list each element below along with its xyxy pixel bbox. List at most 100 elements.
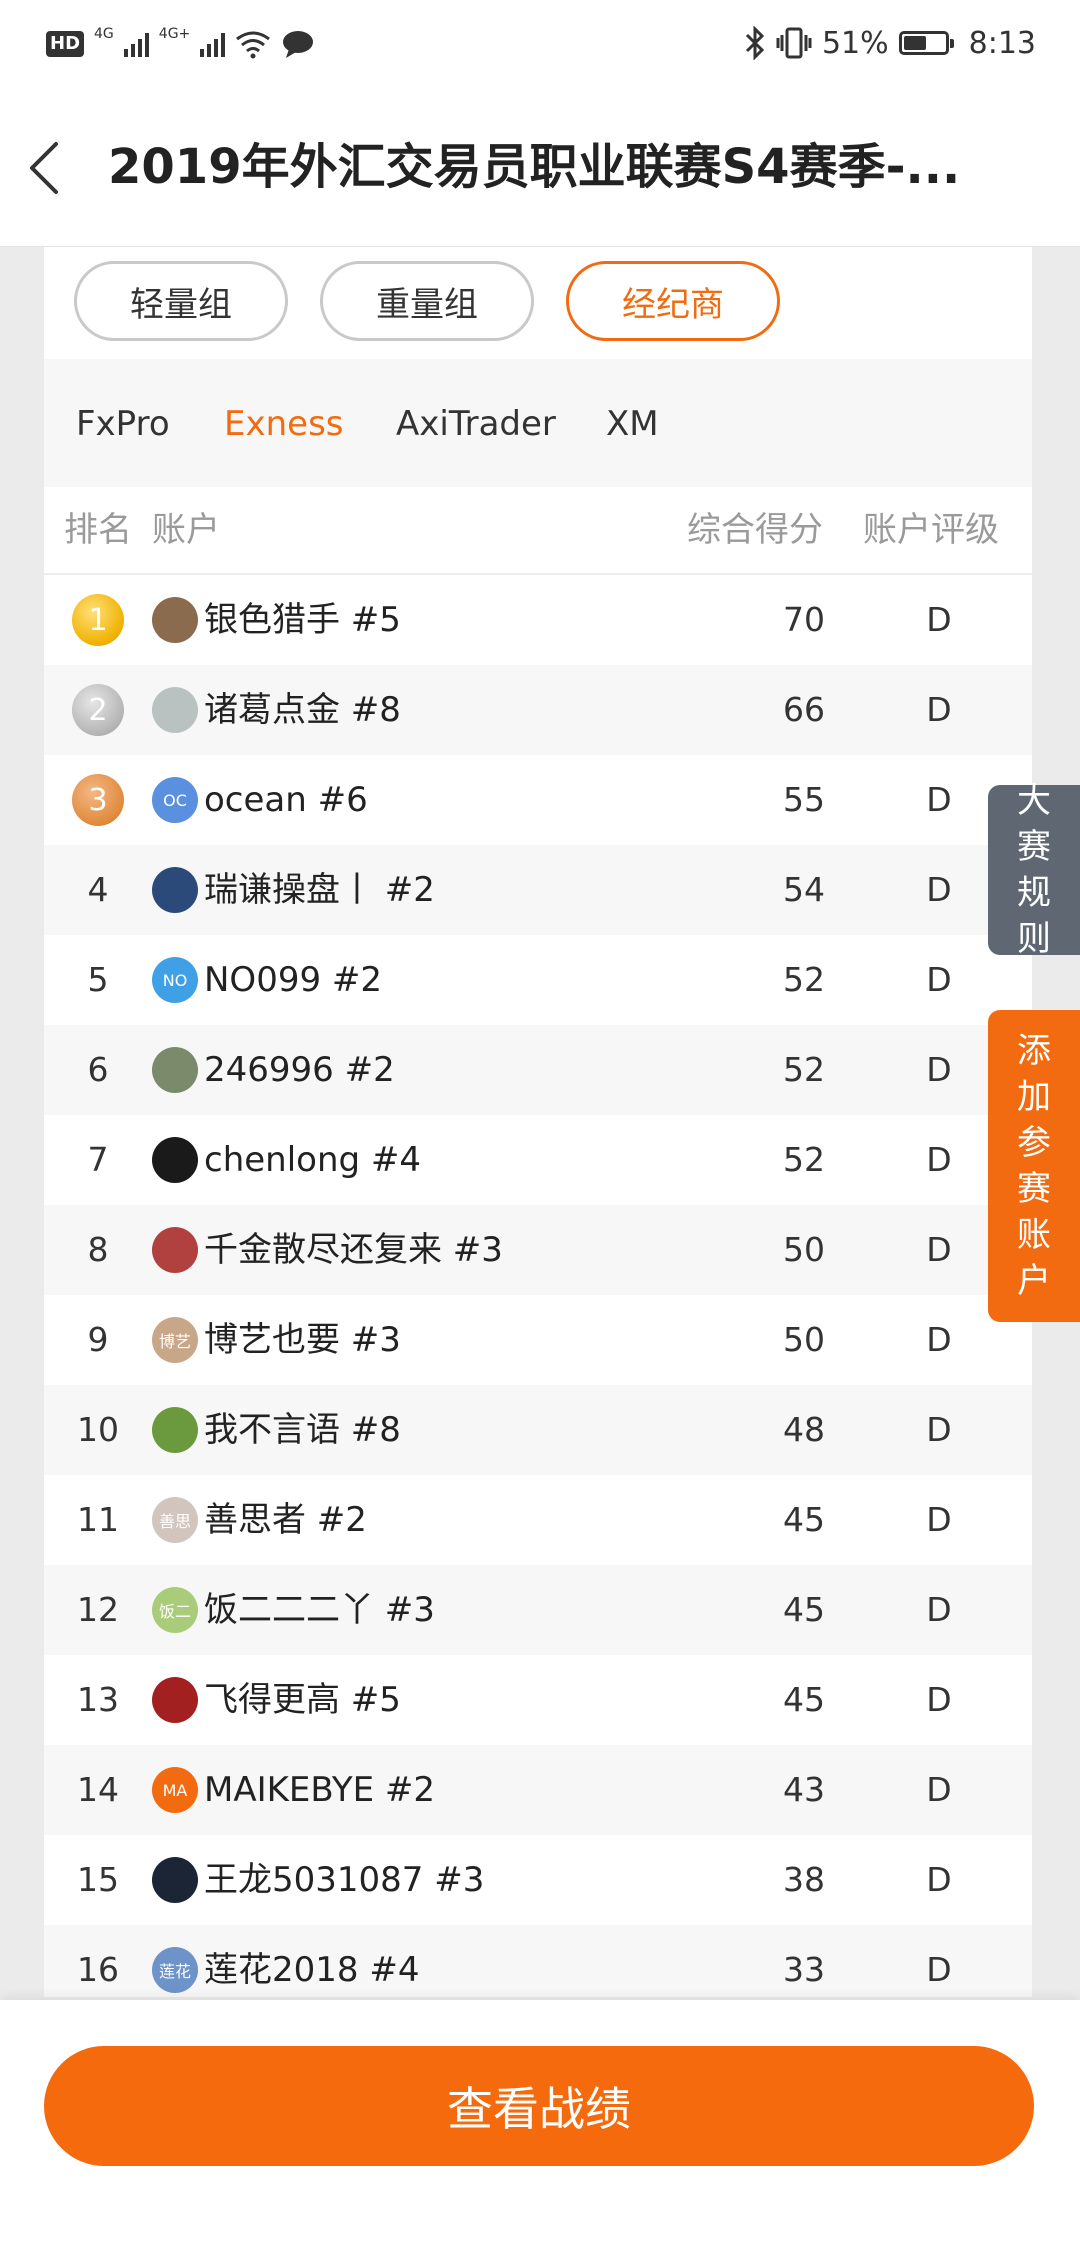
account-name[interactable]: 诸葛点金 #8 — [204, 685, 401, 735]
avatar: MA — [152, 1767, 198, 1813]
avatar — [152, 1407, 198, 1453]
rank-number: 9 — [87, 1320, 109, 1359]
back-icon[interactable] — [24, 138, 64, 198]
wifi-icon — [236, 31, 271, 59]
score-value: 54 — [783, 870, 825, 909]
account-name[interactable]: 银色猎手 #5 — [204, 595, 401, 645]
account-name[interactable]: 我不言语 #8 — [204, 1405, 401, 1455]
rank-number: 16 — [77, 1950, 119, 1989]
competition-rules-button[interactable]: 大赛规则 — [988, 781, 1080, 959]
account-name[interactable]: 莲花2018 #4 — [204, 1945, 419, 1995]
account-name[interactable]: MAIKEBYE #2 — [204, 1765, 435, 1815]
account-name[interactable]: 善思者 #2 — [204, 1495, 367, 1545]
rank-number: 6 — [87, 1050, 109, 1089]
score-value: 52 — [783, 1140, 825, 1179]
avatar — [152, 1857, 198, 1903]
table-row[interactable]: 13 飞得更高 #5 45 D — [44, 1655, 1032, 1745]
tab-broker[interactable]: 经纪商 — [566, 261, 780, 341]
table-row[interactable]: 9 博艺 博艺也要 #3 50 D — [44, 1295, 1032, 1385]
table-row[interactable]: 7 chenlong #4 52 D — [44, 1115, 1032, 1205]
score-value: 52 — [783, 1050, 825, 1089]
avatar: 博艺 — [152, 1317, 198, 1363]
rating-value: D — [926, 870, 952, 909]
add-account-button[interactable]: 添加参赛账户 — [988, 1010, 1080, 1322]
account-name[interactable]: 飞得更高 #5 — [204, 1675, 401, 1725]
account-name[interactable]: 千金散尽还复来 #3 — [204, 1225, 503, 1275]
table-row[interactable]: 16 莲花 莲花2018 #4 33 D — [44, 1925, 1032, 1997]
avatar — [152, 1677, 198, 1723]
table-row[interactable]: 12 饭二 饭二二二丫 #3 45 D — [44, 1565, 1032, 1655]
broker-tab-fxpro[interactable]: FxPro — [76, 399, 170, 449]
score-value: 48 — [783, 1410, 825, 1449]
avatar — [152, 597, 198, 643]
rating-value: D — [926, 1500, 952, 1539]
rating-value: D — [926, 1770, 952, 1809]
score-value: 33 — [783, 1950, 825, 1989]
rating-value: D — [926, 1410, 952, 1449]
avatar — [152, 1047, 198, 1093]
avatar: 善思 — [152, 1497, 198, 1543]
header-rating: 账户评级 — [863, 510, 999, 550]
ranking-panel: 轻量组 重量组 经纪商 FxPro Exness AxiTrader XM 排名… — [44, 247, 1032, 1997]
silver-medal-icon: 2 — [72, 684, 124, 736]
score-value: 45 — [783, 1590, 825, 1629]
rating-value: D — [926, 600, 952, 639]
table-row[interactable]: 5 NO NO099 #2 52 D — [44, 935, 1032, 1025]
bottom-bar: 查看战绩 — [0, 2000, 1080, 2244]
message-icon — [283, 31, 314, 58]
table-row[interactable]: 2 诸葛点金 #8 66 D — [44, 665, 1032, 755]
account-name[interactable]: 瑞谦操盘丨 #2 — [204, 865, 435, 915]
rating-value: D — [926, 1230, 952, 1269]
score-value: 43 — [783, 1770, 825, 1809]
rank-number: 15 — [77, 1860, 119, 1899]
signal-icon — [123, 31, 149, 57]
rating-value: D — [926, 960, 952, 999]
account-name[interactable]: ocean #6 — [204, 775, 368, 825]
rating-value: D — [926, 1050, 952, 1089]
network-type-1: 4G — [94, 26, 114, 42]
broker-tab-exness[interactable]: Exness — [224, 399, 344, 449]
table-row[interactable]: 15 王龙5031087 #3 38 D — [44, 1835, 1032, 1925]
rank-number: 12 — [77, 1590, 119, 1629]
status-bar: HD 4G 4G+ 51% 8:13 — [0, 0, 1080, 88]
rank-number: 10 — [77, 1410, 119, 1449]
header-rank: 排名 — [64, 510, 132, 550]
account-name[interactable]: NO099 #2 — [204, 955, 382, 1005]
rank-number: 7 — [87, 1140, 109, 1179]
avatar — [152, 1137, 198, 1183]
broker-tabs: FxPro Exness AxiTrader XM — [44, 359, 1032, 487]
table-row[interactable]: 4 瑞谦操盘丨 #2 54 D — [44, 845, 1032, 935]
avatar — [152, 1227, 198, 1273]
score-value: 66 — [783, 690, 825, 729]
score-value: 38 — [783, 1860, 825, 1899]
view-record-button[interactable]: 查看战绩 — [44, 2046, 1034, 2166]
account-name[interactable]: 246996 #2 — [204, 1045, 395, 1095]
account-name[interactable]: 饭二二二丫 #3 — [204, 1585, 435, 1635]
table-row[interactable]: 14 MA MAIKEBYE #2 43 D — [44, 1745, 1032, 1835]
broker-tab-axitrader[interactable]: AxiTrader — [396, 399, 556, 449]
tab-lightweight[interactable]: 轻量组 — [74, 261, 288, 341]
rank-number: 8 — [87, 1230, 109, 1269]
score-value: 52 — [783, 960, 825, 999]
rating-value: D — [926, 690, 952, 729]
avatar: 饭二 — [152, 1587, 198, 1633]
tab-heavyweight[interactable]: 重量组 — [320, 261, 534, 341]
table-row[interactable]: 8 千金散尽还复来 #3 50 D — [44, 1205, 1032, 1295]
table-row[interactable]: 3 OC ocean #6 55 D — [44, 755, 1032, 845]
header-score: 综合得分 — [687, 510, 823, 550]
table-row[interactable]: 1 银色猎手 #5 70 D — [44, 575, 1032, 665]
account-name[interactable]: 王龙5031087 #3 — [204, 1855, 484, 1905]
add-account-label: 添加参赛账户 — [1017, 1031, 1051, 1301]
account-name[interactable]: chenlong #4 — [204, 1135, 421, 1185]
table-row[interactable]: 11 善思 善思者 #2 45 D — [44, 1475, 1032, 1565]
rank-number: 11 — [77, 1500, 119, 1539]
table-row[interactable]: 6 246996 #2 52 D — [44, 1025, 1032, 1115]
avatar — [152, 867, 198, 913]
battery-icon — [898, 31, 954, 55]
score-value: 45 — [783, 1680, 825, 1719]
network-type-2: 4G+ — [158, 26, 191, 42]
account-name[interactable]: 博艺也要 #3 — [204, 1315, 401, 1365]
rank-number: 4 — [87, 870, 109, 909]
broker-tab-xm[interactable]: XM — [606, 399, 659, 449]
table-row[interactable]: 10 我不言语 #8 48 D — [44, 1385, 1032, 1475]
